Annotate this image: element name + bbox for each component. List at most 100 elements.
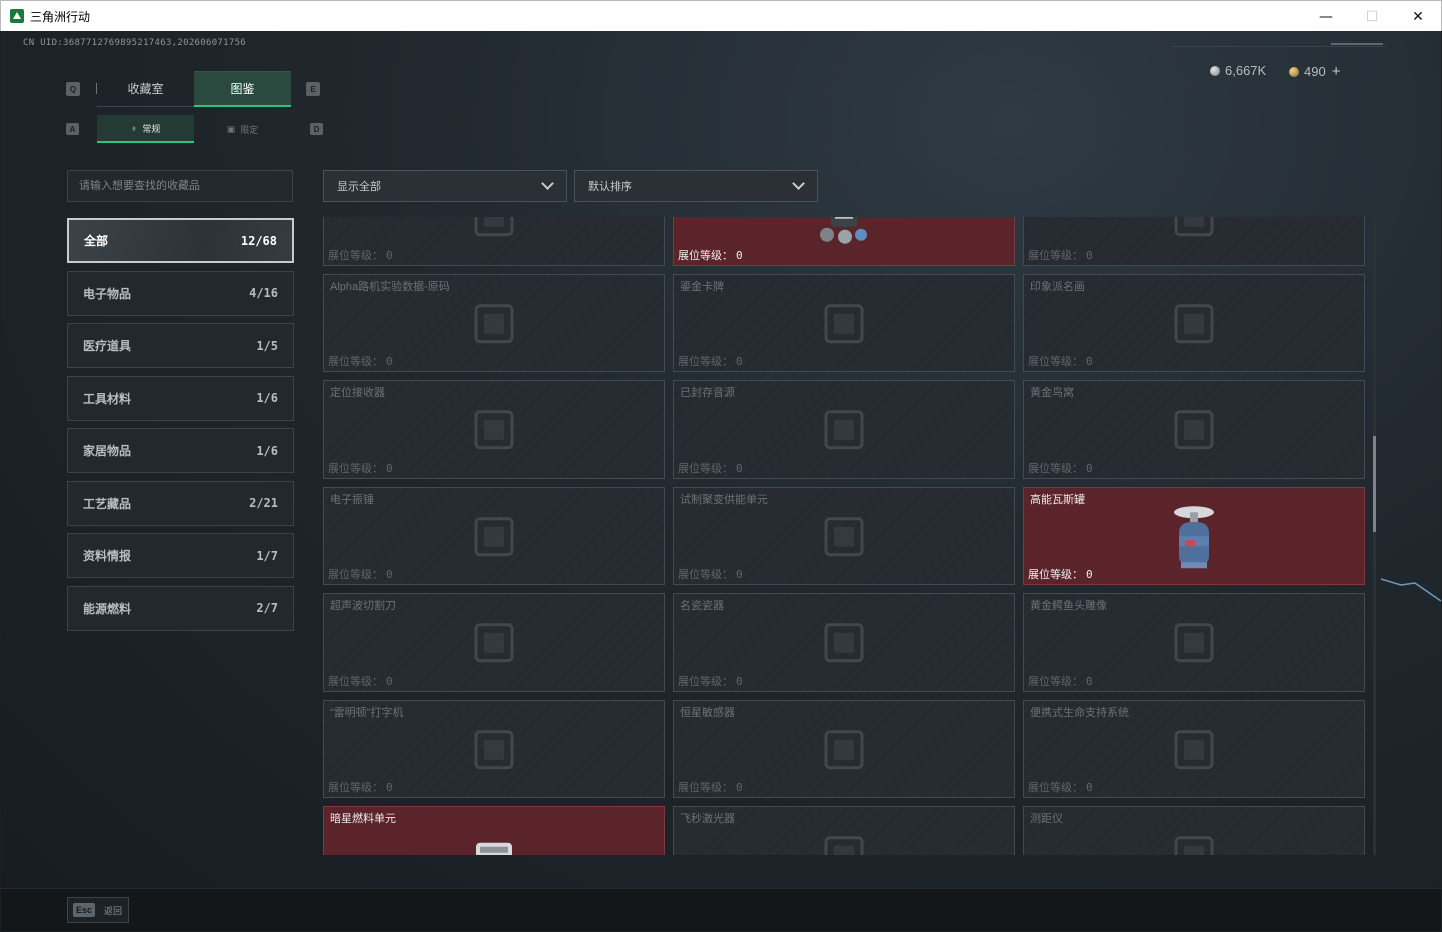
search-input[interactable] <box>67 170 293 202</box>
item-level: 展位等级： 0 <box>678 673 743 689</box>
category-household[interactable]: 家居物品 1/6 <box>67 428 294 473</box>
chevron-down-icon <box>541 177 554 190</box>
item-name: 名瓷瓷器 <box>680 600 724 612</box>
item-level-value: 0 <box>1086 781 1093 794</box>
category-electronics[interactable]: 电子物品 4/16 <box>67 270 294 316</box>
sort-dropdown-value: 默认排序 <box>588 181 632 193</box>
tab-collection-room[interactable]: 收藏室 <box>97 71 194 107</box>
item-level-value: 0 <box>736 568 743 581</box>
category-intel[interactable]: 资料情报 1/7 <box>67 533 294 578</box>
item-level-value: 0 <box>386 355 393 368</box>
category-label: 能源燃料 <box>83 601 132 616</box>
collection-item-card[interactable]: 已封存音源 展位等级： 0 <box>673 380 1015 479</box>
category-label: 资料情报 <box>83 549 132 563</box>
collection-item-card[interactable]: “雷明顿”打字机 展位等级： 0 <box>323 699 665 798</box>
item-level: 展位等级： 0 <box>1028 779 1093 795</box>
flask-icon: ♁ <box>130 123 138 133</box>
window-titlebar: 三角洲行动 — ☐ ✕ <box>0 0 1442 31</box>
category-label: 工具材料 <box>83 391 132 406</box>
collection-grid: 展位等级： 0 展位等级： 0 展位等级： 0 Alpha路机实验数据-原码 展位等级： 0 鎏金… <box>323 217 1368 855</box>
esc-key-icon: Esc <box>73 903 95 917</box>
header-accent-line <box>1331 43 1383 45</box>
tab-limited[interactable]: ▣ 限定 <box>194 115 291 143</box>
item-level: 展位等级： 0 <box>1028 353 1093 369</box>
collection-item-card[interactable]: 鎏金卡牌 展位等级： 0 <box>673 273 1015 372</box>
item-name: 鎏金卡牌 <box>680 280 724 293</box>
fusion-cell-icon <box>814 507 874 572</box>
sub-tabs: ♁ 常规 ▣ 限定 <box>97 115 291 143</box>
currency-silver: 6,667K <box>1210 63 1266 78</box>
collection-item-card[interactable]: 飞秒激光器 <box>673 806 1015 855</box>
collection-item-card[interactable]: 定位接收器 展位等级： 0 <box>323 380 665 479</box>
item-level: 展位等级： 0 <box>328 673 393 689</box>
item-level: 展位等级： 0 <box>1028 460 1093 476</box>
collection-item-card[interactable]: 恒星敏感器 展位等级： 0 <box>673 699 1015 798</box>
tab-limited-label: 限定 <box>240 124 259 135</box>
category-label: 家居物品 <box>83 444 132 458</box>
maximize-button[interactable]: ☐ <box>1349 1 1395 32</box>
category-all[interactable]: 全部 12/68 <box>67 218 294 263</box>
item-name: 暗星燃料单元 <box>330 813 396 825</box>
window-title: 三角洲行动 <box>30 9 91 24</box>
tab-regular-label: 常规 <box>142 123 161 134</box>
collection-item-card[interactable]: 试制聚变供能单元 展位等级： 0 <box>673 486 1015 585</box>
key-hint-d: D <box>310 123 323 135</box>
item-level-label: 展位等级： <box>328 675 383 688</box>
collection-item-card[interactable]: 超声波切割刀 展位等级： 0 <box>323 593 665 692</box>
item-level-label: 展位等级： <box>328 782 383 794</box>
collection-item-card[interactable]: 展位等级： 0 <box>673 217 1015 266</box>
category-tools[interactable]: 工具材料 1/6 <box>67 375 294 421</box>
collection-item-card[interactable]: 黄金鸟窝 展位等级： 0 <box>1023 380 1365 479</box>
item-level-value: 0 <box>736 248 743 262</box>
collection-item-card[interactable]: 暗星燃料单元 <box>323 806 665 855</box>
sort-dropdown[interactable]: 默认排序 <box>574 170 818 202</box>
device-icon <box>817 217 871 252</box>
uid-label: CN UID:3687712769895217463,202606071756 <box>23 38 247 48</box>
knife-icon <box>464 613 524 678</box>
close-button[interactable]: ✕ <box>1395 1 1441 32</box>
chip-icon <box>464 400 524 465</box>
collection-item-card[interactable]: 便携式生命支持系统 展位等级： 0 <box>1023 699 1365 798</box>
gas-canister-icon <box>1171 502 1217 577</box>
collection-item-card[interactable]: 展位等级： 0 <box>323 217 665 266</box>
item-level-label: 展位等级： <box>1028 249 1083 262</box>
collection-item-card[interactable]: 展位等级： 0 <box>1023 217 1365 266</box>
category-label: 电子物品 <box>83 286 132 301</box>
sensor-icon <box>814 720 874 785</box>
item-level-label: 展位等级： <box>328 356 383 368</box>
item-level-value: 0 <box>736 355 743 368</box>
collection-item-card[interactable]: 名瓷瓷器展位等级： 0 <box>673 593 1015 692</box>
silver-amount: 6,667K <box>1225 63 1267 78</box>
category-medical[interactable]: 医疗道具 1/5 <box>67 323 294 368</box>
main-tabs: 收藏室 图鉴 <box>97 71 291 107</box>
collection-item-card[interactable]: 黄金鳄鱼头雕像 展位等级： 0 <box>1023 593 1365 692</box>
frame-icon <box>1164 294 1224 359</box>
collection-item-card[interactable]: 测距仪 <box>1023 806 1365 855</box>
lightning-decoration <box>1381 578 1441 602</box>
category-count: 1/6 <box>256 391 278 405</box>
item-level-value: 0 <box>1086 355 1093 368</box>
tab-codex[interactable]: 图鉴 <box>194 71 291 107</box>
item-name: 高能瓦斯罐 <box>1030 493 1085 506</box>
filter-dropdown[interactable]: 显示全部 <box>323 170 567 202</box>
header-divider <box>1171 46 1386 47</box>
collection-item-card[interactable]: Alpha路机实验数据-原码 展位等级： 0 <box>323 273 665 372</box>
collection-item-card[interactable]: 印象派名画 展位等级： 0 <box>1023 273 1365 372</box>
scrollbar-thumb[interactable] <box>1373 436 1376 532</box>
key-hint-a: A <box>66 123 79 135</box>
category-crafts[interactable]: 工艺藏品 2/21 <box>67 480 294 526</box>
statue-icon <box>1164 613 1224 678</box>
tab-regular[interactable]: ♁ 常规 <box>97 115 194 143</box>
collection-item-card[interactable]: 高能瓦斯罐 展位等级： 0 <box>1023 486 1365 585</box>
item-level-value: 0 <box>386 674 393 688</box>
hammer-icon <box>464 507 524 572</box>
minimize-button[interactable]: — <box>1303 1 1349 32</box>
collection-item-card[interactable]: 电子振锤 展位等级： 0 <box>323 486 665 585</box>
item-name: 定位接收器 <box>330 387 385 399</box>
category-fuel[interactable]: 能源燃料 2/7 <box>67 585 294 631</box>
add-currency-button[interactable]: + <box>1332 63 1341 80</box>
item-name: 黄金鳄鱼头雕像 <box>1030 600 1107 612</box>
laser-icon <box>814 826 874 855</box>
app-logo-icon <box>10 9 24 23</box>
scrollbar-track[interactable] <box>1373 217 1376 855</box>
